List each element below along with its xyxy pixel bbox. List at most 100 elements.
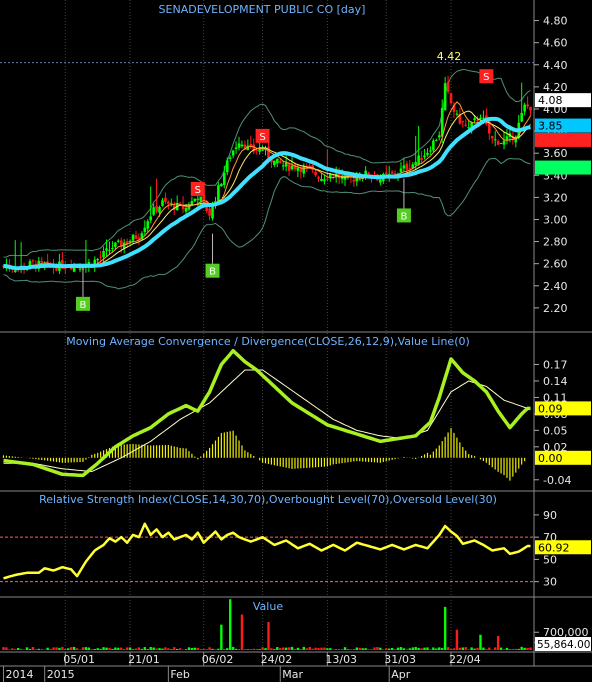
buy-signal-label: B [209, 267, 216, 278]
sell-signal-label: S [483, 72, 489, 83]
value-bar [164, 647, 167, 650]
value-bar [111, 648, 114, 650]
value-bar [379, 647, 382, 650]
candle-body [108, 250, 111, 252]
candle-body [499, 142, 503, 144]
date-tick-label: 31/03 [384, 653, 416, 666]
value-bar [511, 649, 515, 650]
value-bar [149, 647, 152, 650]
candle-body [358, 179, 362, 181]
price-tick-label: 2.20 [543, 302, 568, 315]
value-bar [440, 648, 444, 650]
candle-body [449, 93, 453, 104]
value-bar [438, 647, 441, 650]
value-bar [37, 648, 41, 650]
value-bar [287, 647, 291, 650]
date-tick-label: 13/03 [325, 653, 357, 666]
value-bar [34, 649, 38, 650]
high-marker-label: 4.42 [437, 50, 462, 63]
candle-body [31, 260, 35, 262]
value-bar [170, 649, 173, 650]
candle-body [461, 121, 465, 123]
value-bar [8, 649, 11, 650]
candle-body [455, 113, 459, 115]
value-bar [205, 649, 208, 650]
candle-body [223, 173, 226, 185]
candle-body [96, 259, 99, 261]
price-tick-label: 3.60 [543, 147, 568, 160]
value-bar [267, 622, 270, 650]
value-bar [226, 648, 229, 650]
value-bar [25, 647, 29, 650]
candle-body [155, 206, 158, 212]
value-bar [134, 648, 138, 650]
value-bar [67, 648, 70, 650]
value-bar [220, 624, 223, 650]
value-bar [296, 647, 300, 650]
rsi-value-label: 60.92 [538, 541, 570, 554]
value-bar [376, 647, 379, 650]
candle-body [158, 206, 161, 213]
candle-body [429, 150, 432, 152]
macd-tick-label: 0.17 [543, 358, 568, 371]
candle-body [437, 135, 441, 138]
candle-body [490, 135, 494, 139]
value-bar [520, 646, 523, 650]
value-bar [264, 648, 267, 650]
date-tick-label: 22/04 [449, 653, 481, 666]
price-axis: 4.804.604.404.204.003.803.603.403.203.00… [0, 15, 568, 315]
value-bar [417, 647, 420, 650]
value-bar [117, 647, 120, 650]
rsi-tick-label: 90 [543, 509, 557, 522]
candle-body [414, 162, 417, 165]
value-bar [458, 647, 462, 650]
value-bar [211, 648, 214, 650]
candle-body [131, 234, 135, 241]
price-tick-label: 4.60 [543, 37, 568, 50]
value-bar [120, 647, 123, 650]
candle-body [228, 157, 232, 159]
value-bar [352, 649, 356, 650]
value-bar [385, 648, 388, 650]
value-bar [361, 648, 364, 650]
value-bar [28, 648, 32, 650]
value-bar [346, 649, 350, 650]
macd-axis: 0.170.140.110.080.050.02-0.04 [534, 358, 571, 487]
candle-body [220, 183, 223, 187]
value-bar [75, 648, 79, 650]
value-bar [175, 648, 179, 650]
value-bar [496, 636, 500, 650]
value-bar [199, 649, 202, 650]
price-tick-label: 2.60 [543, 258, 568, 271]
candle-body [326, 178, 329, 180]
candle-body [302, 166, 306, 174]
candle-body [426, 152, 429, 155]
date-grid [64, 0, 452, 666]
month-tick-label: 2014 [5, 668, 33, 681]
candle-body [40, 261, 44, 263]
price-tick-label: 3.20 [543, 191, 568, 204]
value-bar [367, 649, 370, 650]
candle-body [390, 171, 394, 174]
candle-body [114, 242, 117, 247]
value-bar [255, 649, 258, 650]
candle-body [170, 203, 173, 205]
value-bar [317, 648, 320, 650]
candle-body [231, 150, 235, 156]
macd-value-label: 0.09 [538, 402, 563, 415]
value-bar [5, 647, 8, 650]
value-bar [228, 599, 232, 650]
value-bar [125, 647, 129, 650]
value-bar [358, 647, 361, 650]
candle-body [520, 112, 523, 122]
value-bar [217, 648, 220, 650]
value-bar [22, 649, 26, 650]
candle-body [296, 167, 300, 171]
macd-value-label: 0.00 [538, 452, 563, 465]
value-bar [323, 647, 326, 650]
macd-tick-label: 0.05 [543, 424, 568, 437]
candle-body [105, 248, 108, 251]
value-bar [517, 648, 520, 650]
value-bar [499, 647, 503, 650]
candle-body [193, 198, 197, 202]
